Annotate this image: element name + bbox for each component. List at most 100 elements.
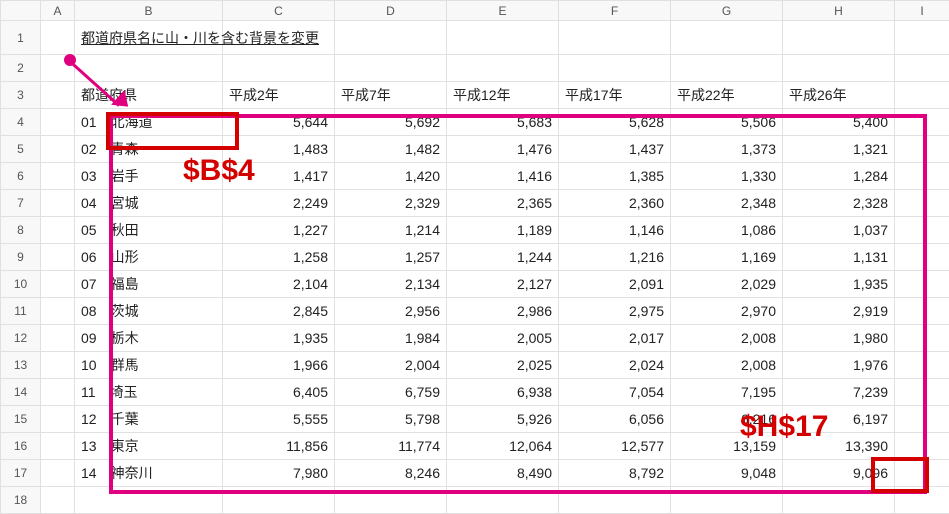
cell[interactable]: 1,482 xyxy=(335,136,447,163)
cell[interactable]: 2,025 xyxy=(447,352,559,379)
cell[interactable]: 2,348 xyxy=(671,190,783,217)
cell[interactable]: 5,506 xyxy=(671,109,783,136)
cell[interactable]: 5,555 xyxy=(223,406,335,433)
cell[interactable]: 5,798 xyxy=(335,406,447,433)
pref-cell[interactable]: 02 青森 xyxy=(75,136,223,163)
cell[interactable] xyxy=(895,271,949,298)
cell[interactable] xyxy=(559,55,671,82)
cell[interactable] xyxy=(895,217,949,244)
cell[interactable] xyxy=(671,55,783,82)
cell[interactable]: 2,328 xyxy=(783,190,895,217)
cell[interactable] xyxy=(895,21,949,55)
cell[interactable] xyxy=(223,487,335,514)
spreadsheet-grid[interactable]: A B C D E F G H I 1都道府県名に山・川を含む背景を変更23都道… xyxy=(0,0,949,514)
cell[interactable]: 1,437 xyxy=(559,136,671,163)
row-header-16[interactable]: 16 xyxy=(1,433,41,460)
row-header-2[interactable]: 2 xyxy=(1,55,41,82)
cell[interactable]: 9,096 xyxy=(783,460,895,487)
cell[interactable] xyxy=(559,21,671,55)
pref-cell[interactable]: 06 山形 xyxy=(75,244,223,271)
cell[interactable]: 1,373 xyxy=(671,136,783,163)
cell[interactable] xyxy=(41,325,75,352)
cell[interactable]: 11,774 xyxy=(335,433,447,460)
cell[interactable] xyxy=(41,244,75,271)
cell[interactable] xyxy=(671,21,783,55)
row-header-4[interactable]: 4 xyxy=(1,109,41,136)
cell[interactable]: 8,490 xyxy=(447,460,559,487)
cell[interactable]: 2,029 xyxy=(671,271,783,298)
pref-cell[interactable]: 03 岩手 xyxy=(75,163,223,190)
cell[interactable]: 2,956 xyxy=(335,298,447,325)
cell[interactable] xyxy=(335,21,447,55)
cell[interactable] xyxy=(41,460,75,487)
row-header-11[interactable]: 11 xyxy=(1,298,41,325)
cell[interactable]: 13,159 xyxy=(671,433,783,460)
cell[interactable]: 1,037 xyxy=(783,217,895,244)
cell[interactable]: 5,926 xyxy=(447,406,559,433)
row-header-1[interactable]: 1 xyxy=(1,21,41,55)
cell[interactable]: 2,004 xyxy=(335,352,447,379)
cell[interactable] xyxy=(41,352,75,379)
cell[interactable]: 6,056 xyxy=(559,406,671,433)
cell[interactable] xyxy=(223,55,335,82)
col-header-f[interactable]: F xyxy=(559,1,671,21)
cell[interactable]: 2,134 xyxy=(335,271,447,298)
row-header-13[interactable]: 13 xyxy=(1,352,41,379)
cell[interactable] xyxy=(895,487,949,514)
pref-cell[interactable]: 05 秋田 xyxy=(75,217,223,244)
cell[interactable] xyxy=(41,298,75,325)
cell[interactable] xyxy=(335,55,447,82)
cell[interactable] xyxy=(41,487,75,514)
cell[interactable]: 8,792 xyxy=(559,460,671,487)
cell[interactable]: 2,008 xyxy=(671,325,783,352)
cell[interactable] xyxy=(75,55,223,82)
cell[interactable]: 5,692 xyxy=(335,109,447,136)
cell[interactable] xyxy=(559,487,671,514)
cell[interactable]: 6,405 xyxy=(223,379,335,406)
cell[interactable]: 2,008 xyxy=(671,352,783,379)
cell[interactable]: 7,054 xyxy=(559,379,671,406)
cell[interactable]: 5,400 xyxy=(783,109,895,136)
cell[interactable]: 12,064 xyxy=(447,433,559,460)
cell[interactable] xyxy=(41,379,75,406)
cell[interactable]: 1,169 xyxy=(671,244,783,271)
cell[interactable] xyxy=(783,55,895,82)
page-title[interactable]: 都道府県名に山・川を含む背景を変更 xyxy=(75,21,223,55)
cell[interactable]: 2,005 xyxy=(447,325,559,352)
cell[interactable]: 6,197 xyxy=(783,406,895,433)
cell[interactable]: 1,416 xyxy=(447,163,559,190)
cell[interactable] xyxy=(895,379,949,406)
cell[interactable] xyxy=(41,109,75,136)
cell[interactable]: 7,239 xyxy=(783,379,895,406)
row-header-6[interactable]: 6 xyxy=(1,163,41,190)
cell[interactable] xyxy=(895,163,949,190)
cell[interactable]: 1,417 xyxy=(223,163,335,190)
cell[interactable] xyxy=(895,325,949,352)
pref-cell[interactable]: 10 群馬 xyxy=(75,352,223,379)
cell[interactable]: 5,628 xyxy=(559,109,671,136)
cell[interactable]: 1,980 xyxy=(783,325,895,352)
cell[interactable]: 1,984 xyxy=(335,325,447,352)
cell[interactable] xyxy=(895,244,949,271)
cell[interactable]: 7,195 xyxy=(671,379,783,406)
cell[interactable]: 平成26年 xyxy=(783,82,895,109)
cell[interactable] xyxy=(41,21,75,55)
cell[interactable]: 1,258 xyxy=(223,244,335,271)
row-header-14[interactable]: 14 xyxy=(1,379,41,406)
pref-cell[interactable]: 07 福島 xyxy=(75,271,223,298)
cell[interactable] xyxy=(447,55,559,82)
cell[interactable] xyxy=(895,136,949,163)
cell[interactable]: 2,986 xyxy=(447,298,559,325)
cell[interactable]: 1,146 xyxy=(559,217,671,244)
row-header-9[interactable]: 9 xyxy=(1,244,41,271)
cell[interactable]: 1,214 xyxy=(335,217,447,244)
row-header-7[interactable]: 7 xyxy=(1,190,41,217)
row-header-18[interactable]: 18 xyxy=(1,487,41,514)
cell[interactable]: 2,249 xyxy=(223,190,335,217)
row-header-15[interactable]: 15 xyxy=(1,406,41,433)
cell[interactable]: 2,845 xyxy=(223,298,335,325)
cell[interactable]: 2,091 xyxy=(559,271,671,298)
cell[interactable]: 5,683 xyxy=(447,109,559,136)
pref-cell[interactable]: 14 神奈川 xyxy=(75,460,223,487)
cell[interactable]: 2,104 xyxy=(223,271,335,298)
